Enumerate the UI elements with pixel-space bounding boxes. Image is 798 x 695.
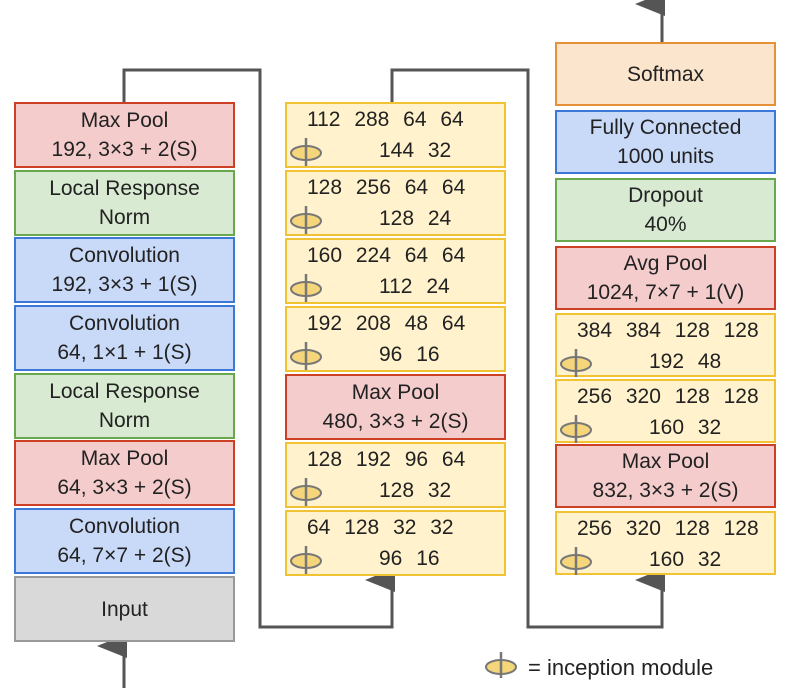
inception-bottom-params: 192 48 [649,350,722,373]
layer-label: 192, 3×3 + 1(S) [51,273,198,296]
layer-label: Softmax [626,62,705,86]
layer-label: Convolution [69,312,180,335]
legend-text: = inception module [528,655,714,680]
inception-module-icon [290,206,322,234]
inception-block: 160 224 64 64 112 24 [285,238,506,304]
inception-module-icon [560,415,592,443]
layer-label: Input [101,597,148,621]
inception-block: 112 288 64 64 144 32 [285,102,506,168]
layer-block: Local Response Norm [14,170,235,236]
inception-top-params: 256 320 128 128 [577,385,759,408]
inception-bottom-params: 96 16 [379,547,440,570]
inception-block: 256 320 128 128 160 32 [555,379,776,443]
inception-bottom-params: 160 32 [649,548,722,571]
inception-block: 256 320 128 128 160 32 [555,511,776,575]
layer-block: Max Pool 480, 3×3 + 2(S) [285,374,506,440]
layer-block: Input [14,576,235,642]
layer-label: Dropout [628,184,703,207]
inception-bottom-params: 128 32 [379,479,452,502]
inception-top-params: 64 128 32 32 [307,516,454,539]
layer-label: Max Pool [351,381,440,404]
layer-label: Max Pool [80,447,169,470]
layer-block: Dropout 40% [555,178,776,242]
inception-module-icon [560,349,592,377]
inception-block: 128 256 64 64 128 24 [285,170,506,236]
inception-top-params: 128 192 96 64 [307,448,466,471]
inception-block: 384 384 128 128 192 48 [555,313,776,377]
inception-block: 128 192 96 64 128 32 [285,442,506,508]
layer-label: Norm [98,409,151,432]
inception-bottom-params: 160 32 [649,416,722,439]
layer-block: Softmax [555,42,776,106]
inception-module-icon [290,342,322,370]
layer-block: Max Pool 832, 3×3 + 2(S) [555,444,776,508]
inception-top-params: 112 288 64 64 [307,108,464,131]
layer-label: 40% [644,213,687,236]
inception-top-params: 128 256 64 64 [307,176,466,199]
inception-top-params: 160 224 64 64 [307,244,466,267]
layer-block: Convolution 64, 7×7 + 2(S) [14,508,235,574]
layer-label: 1000 units [617,145,714,168]
layer-label: 832, 3×3 + 2(S) [592,479,739,502]
googlenet-diagram: = inception module Max Pool 192, 3×3 + 2(… [0,0,798,695]
layer-label: Norm [98,206,151,229]
inception-module-icon [290,138,322,166]
inception-module-icon [290,478,322,506]
inception-bottom-params: 144 32 [379,139,452,162]
layer-label: Local Response [49,177,200,200]
layer-label: Max Pool [80,109,169,132]
layer-label: 192, 3×3 + 2(S) [51,138,198,161]
inception-module-icon [290,546,322,574]
layer-block: Local Response Norm [14,373,235,439]
layer-label: Convolution [69,515,180,538]
layer-block: Convolution 192, 3×3 + 1(S) [14,237,235,303]
layer-block: Convolution 64, 1×1 + 1(S) [14,305,235,371]
layer-label: 480, 3×3 + 2(S) [322,410,469,433]
layer-label: 64, 7×7 + 2(S) [57,544,192,567]
inception-bottom-params: 112 24 [379,275,450,298]
layer-block: Avg Pool 1024, 7×7 + 1(V) [555,246,776,310]
layer-block: Max Pool 64, 3×3 + 2(S) [14,440,235,506]
inception-top-params: 256 320 128 128 [577,517,759,540]
layer-label: 64, 1×1 + 1(S) [57,341,192,364]
layer-label: Avg Pool [623,252,708,275]
layer-label: Local Response [49,380,200,403]
legend: = inception module [484,650,713,686]
inception-module-icon [560,547,592,575]
inception-bottom-params: 96 16 [379,343,440,366]
inception-bottom-params: 128 24 [379,207,452,230]
inception-top-params: 384 384 128 128 [577,319,759,342]
inception-block: 192 208 48 64 96 16 [285,306,506,372]
inception-block: 64 128 32 32 96 16 [285,510,506,576]
layer-block: Fully Connected 1000 units [555,110,776,174]
inception-top-params: 192 208 48 64 [307,312,466,335]
layer-label: Convolution [69,244,180,267]
layer-block: Max Pool 192, 3×3 + 2(S) [14,102,235,168]
layer-label: 1024, 7×7 + 1(V) [586,281,745,304]
layer-label: Max Pool [621,450,710,473]
inception-module-icon [290,274,322,302]
inception-module-icon [484,650,518,686]
layer-label: Fully Connected [589,116,742,139]
layer-label: 64, 3×3 + 2(S) [57,476,192,499]
